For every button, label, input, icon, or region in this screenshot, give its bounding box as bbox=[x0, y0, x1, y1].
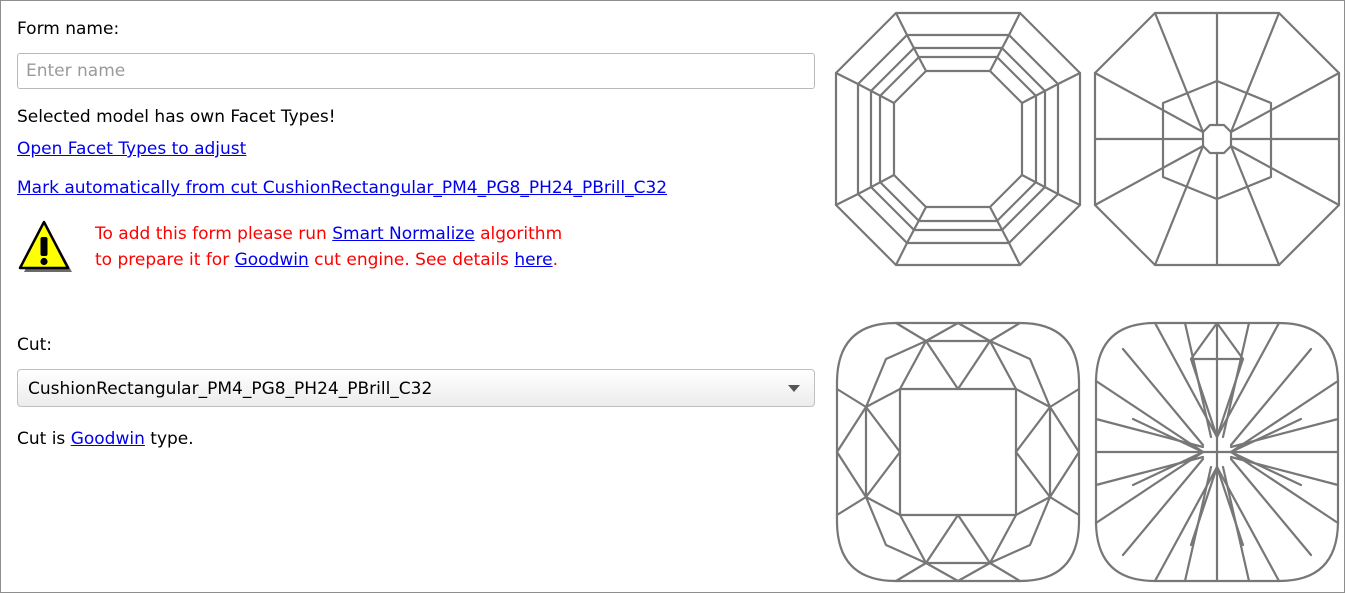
cut-label: Cut: bbox=[17, 335, 53, 355]
warning-text: . bbox=[552, 250, 559, 270]
chevron-down-icon[interactable] bbox=[788, 385, 800, 392]
cut-select[interactable]: CushionRectangular_PM4_PG8_PH24_PBrill_C… bbox=[17, 369, 815, 407]
cushion-crown-view bbox=[834, 319, 1082, 585]
cut-type-text: Cut is Goodwin type. bbox=[17, 429, 194, 449]
details-here-link[interactable]: here bbox=[514, 250, 552, 270]
octagon-pavilion-view bbox=[1093, 11, 1341, 267]
warning-text: algorithm bbox=[474, 224, 563, 244]
cushion-pavilion-view bbox=[1093, 319, 1341, 585]
cut-type-suffix: type. bbox=[144, 429, 194, 449]
warning-text: To add this form please run bbox=[95, 224, 333, 244]
mark-automatically-link[interactable]: Mark automatically from cut CushionRecta… bbox=[17, 178, 667, 198]
smart-normalize-link[interactable]: Smart Normalize bbox=[332, 224, 474, 244]
form-name-input[interactable] bbox=[17, 53, 815, 89]
form-panel: Form name: Selected model has own Facet … bbox=[0, 0, 1345, 593]
cut-type-prefix: Cut is bbox=[17, 429, 71, 449]
goodwin-engine-link[interactable]: Goodwin bbox=[235, 250, 309, 270]
goodwin-type-link[interactable]: Goodwin bbox=[71, 429, 145, 449]
smart-normalize-warning: To add this form please run Smart Normal… bbox=[95, 221, 562, 273]
octagon-crown-view bbox=[834, 11, 1082, 267]
form-name-label: Form name: bbox=[17, 19, 120, 39]
warning-triangle-icon bbox=[17, 219, 75, 277]
warning-line-1: To add this form please run Smart Normal… bbox=[95, 221, 562, 247]
cut-select-value: CushionRectangular_PM4_PG8_PH24_PBrill_C… bbox=[28, 379, 433, 399]
facet-types-notice: Selected model has own Facet Types! bbox=[17, 107, 336, 127]
open-facet-types-link[interactable]: Open Facet Types to adjust bbox=[17, 139, 246, 159]
warning-line-2: to prepare it for Goodwin cut engine. Se… bbox=[95, 247, 562, 273]
warning-text: to prepare it for bbox=[95, 250, 235, 270]
warning-text: cut engine. See details bbox=[308, 250, 515, 270]
